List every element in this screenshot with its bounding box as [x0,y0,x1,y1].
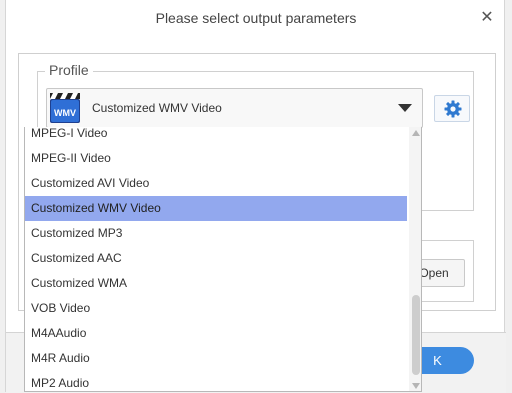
chevron-down-icon[interactable] [398,104,412,112]
dropdown-item-mpeg2[interactable]: MPEG-II Video [25,146,407,171]
dropdown-item-aac[interactable]: Customized AAC [25,246,407,271]
scroll-up-arrow-icon[interactable] [412,130,420,136]
profile-legend: Profile [45,62,93,78]
scroll-down-arrow-icon[interactable] [412,383,420,389]
profile-select[interactable]: WMV Customized WMV Video [46,88,423,128]
scroll-thumb[interactable] [412,295,420,375]
gear-icon [444,100,462,118]
dropdown-item-m4a[interactable]: M4AAudio [25,321,407,346]
dropdown-item-mp2[interactable]: MP2 Audio [25,371,407,391]
dialog-title: Please select output parameters [155,10,357,26]
wmv-icon-text: WMV [54,108,76,118]
dropdown-item-wmv[interactable]: Customized WMV Video [25,196,407,221]
profile-selected-value: Customized WMV Video [92,101,222,115]
dropdown-item-wma[interactable]: Customized WMA [25,271,407,296]
wmv-video-icon: WMV [50,93,80,123]
dropdown-item-mpeg1[interactable]: MPEG-I Video [25,127,407,146]
profile-settings-button[interactable] [434,95,470,122]
dropdown-scrollbar[interactable] [409,127,421,391]
profile-dropdown-list: MPEG-I Video MPEG-II Video Customized AV… [24,127,422,392]
dropdown-item-mp3[interactable]: Customized MP3 [25,221,407,246]
dropdown-item-avi[interactable]: Customized AVI Video [25,171,407,196]
close-icon[interactable]: ✕ [479,10,495,26]
dropdown-item-vob[interactable]: VOB Video [25,296,407,321]
dropdown-item-m4r[interactable]: M4R Audio [25,346,407,371]
